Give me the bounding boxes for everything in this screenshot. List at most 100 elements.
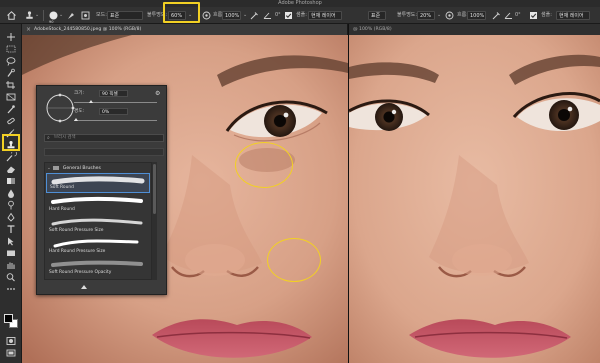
path-select-icon[interactable] — [5, 236, 17, 246]
brush-list-scrollbar[interactable] — [152, 162, 157, 280]
brush-preset-list: ⌄ General Brushes Soft Round Hard Round … — [44, 162, 152, 280]
rectangle-icon[interactable] — [5, 248, 17, 258]
airbrush-icon[interactable] — [249, 10, 260, 21]
right-sample-label: 샘플: — [541, 12, 552, 18]
document-tab-right-label: @ 100% (RGB/8) — [353, 27, 392, 32]
brush-search-placeholder: 브러시 검색 — [54, 135, 76, 140]
right-sample-select[interactable]: 현재 레이어 — [556, 11, 590, 20]
right-angle-icon[interactable] — [503, 10, 514, 21]
brush-search-input[interactable]: ⌕ 브러시 검색 — [44, 134, 164, 142]
settings-gear-icon[interactable]: ⚙ — [155, 90, 160, 97]
tools-panel — [0, 24, 22, 363]
angle-value[interactable]: 0° — [275, 11, 281, 20]
brush-angle-roundness-icon[interactable] — [43, 91, 77, 125]
lasso-icon[interactable] — [5, 56, 17, 66]
brush-group-label: General Brushes — [62, 166, 101, 171]
foreground-color-swatch[interactable] — [4, 314, 13, 323]
right-angle-value[interactable]: 0° — [515, 11, 521, 20]
disclosure-chevron-icon[interactable]: ⌄ — [47, 166, 51, 171]
brush-preset-chevron-icon[interactable]: ⌄ — [59, 11, 63, 20]
soft-round-pressure-opacity-stroke-icon — [51, 260, 143, 267]
right-opacity-input[interactable]: 20% — [417, 11, 435, 20]
clone-stamp-tool-icon[interactable] — [24, 10, 35, 21]
right-mode-select[interactable]: 표준 — [368, 11, 386, 20]
right-pressure-opacity-icon[interactable] — [444, 10, 455, 21]
soft-round-pressure-size-stroke-icon — [51, 218, 143, 226]
quick-select-icon[interactable] — [5, 68, 17, 78]
marquee-icon[interactable] — [5, 44, 17, 54]
mode-label: 모드: — [96, 12, 107, 18]
hard-round-pressure-size-stroke-icon — [53, 239, 139, 248]
brush-preset-name: Hard Round — [49, 207, 75, 212]
hardness-label: 경도: — [74, 109, 85, 114]
document-tab[interactable]: × AdobeStock_244580850.jpeg @ 100% (RGB/… — [22, 24, 348, 35]
blur-icon[interactable] — [5, 188, 17, 198]
aligned-checkbox-icon[interactable] — [283, 10, 294, 21]
spot-healing-icon[interactable] — [5, 116, 17, 126]
window-divider — [348, 24, 349, 363]
options-bar: ⌄ 90 ⌄ 모드: 표준 불투명도: 60% ⌄ 흐름: 100% ⌄ 0° … — [0, 7, 600, 24]
more-tools-icon[interactable] — [5, 284, 17, 294]
size-slider-track[interactable] — [74, 102, 157, 103]
flow-input[interactable]: 100% — [222, 11, 241, 20]
close-tab-icon[interactable]: × — [26, 24, 31, 35]
type-icon[interactable] — [5, 224, 17, 234]
mode-select[interactable]: 표준 — [107, 11, 143, 20]
brush-preset-item[interactable]: Soft Round — [46, 173, 150, 193]
brush-preset-item[interactable]: Hard Round — [46, 194, 150, 214]
brush-preset-item[interactable]: Soft Round Pressure Size — [46, 215, 150, 235]
brush-preset-name: Soft Round Pressure Size — [49, 228, 104, 233]
size-slider-handle[interactable] — [89, 100, 93, 103]
canvas-after[interactable] — [349, 35, 600, 363]
right-airbrush-icon[interactable] — [491, 10, 502, 21]
preview-size-slider-handle[interactable] — [81, 285, 87, 289]
brush-preset-item[interactable]: Hard Round Pressure Size — [46, 236, 150, 256]
search-icon: ⌕ — [47, 135, 50, 141]
size-label: 크기: — [74, 91, 85, 96]
right-aligned-checkbox-icon[interactable] — [528, 10, 539, 21]
pressure-opacity-icon[interactable] — [201, 10, 212, 21]
quick-mask-icon[interactable] — [5, 336, 17, 346]
angle-icon[interactable] — [262, 10, 273, 21]
brush-preset-item[interactable]: Soft Round Pressure Opacity — [46, 257, 150, 277]
sample-select[interactable]: 현재 레이어 — [308, 11, 342, 20]
scrollbar-thumb[interactable] — [153, 164, 156, 214]
home-icon[interactable] — [6, 10, 17, 21]
hardness-slider-handle[interactable] — [74, 118, 78, 121]
size-input[interactable]: 90 픽셀 — [99, 90, 128, 97]
right-opacity-label: 불투명도: — [397, 12, 418, 18]
history-brush-icon[interactable] — [5, 152, 17, 162]
brush-group-header[interactable]: ⌄ General Brushes — [47, 165, 101, 172]
annotation-ring-under-eye — [235, 142, 293, 188]
hand-icon[interactable] — [5, 260, 17, 270]
title-bar: Adobe Photoshop — [0, 0, 600, 7]
screen-mode-icon[interactable] — [5, 348, 17, 358]
clone-source-panel-icon[interactable] — [80, 10, 91, 21]
zoom-icon[interactable] — [5, 272, 17, 282]
document-tab-bar: × AdobeStock_244580850.jpeg @ 100% (RGB/… — [0, 24, 600, 35]
flow-chevron-icon[interactable]: ⌄ — [243, 11, 247, 20]
hardness-input[interactable]: 0% — [99, 108, 128, 115]
tool-preset-chevron-icon[interactable]: ⌄ — [35, 11, 39, 20]
hard-round-stroke-icon — [51, 196, 143, 204]
move-icon[interactable] — [5, 32, 17, 42]
active-tool-highlight — [2, 134, 20, 151]
eraser-icon[interactable] — [5, 164, 17, 174]
right-opacity-chevron-icon[interactable]: ⌄ — [437, 11, 441, 20]
opacity-highlight-box — [163, 2, 200, 23]
recent-brushes-strip[interactable] — [44, 148, 164, 156]
brush-settings-panel-icon[interactable] — [66, 10, 77, 21]
gradient-icon[interactable] — [5, 176, 17, 186]
pen-icon[interactable] — [5, 212, 17, 222]
frame-icon[interactable] — [5, 92, 17, 102]
dodge-icon[interactable] — [5, 200, 17, 210]
folder-icon — [53, 165, 60, 170]
hardness-slider-track[interactable] — [74, 120, 157, 121]
face-photo-after — [349, 35, 600, 363]
brush-preset-name: Hard Round Pressure Size — [49, 249, 106, 254]
annotation-ring-cheek — [267, 238, 321, 282]
right-flow-input[interactable]: 100% — [467, 11, 486, 20]
eyedropper-icon[interactable] — [5, 104, 17, 114]
crop-icon[interactable] — [5, 80, 17, 90]
document-tab-right[interactable]: @ 100% (RGB/8) — [349, 24, 600, 35]
